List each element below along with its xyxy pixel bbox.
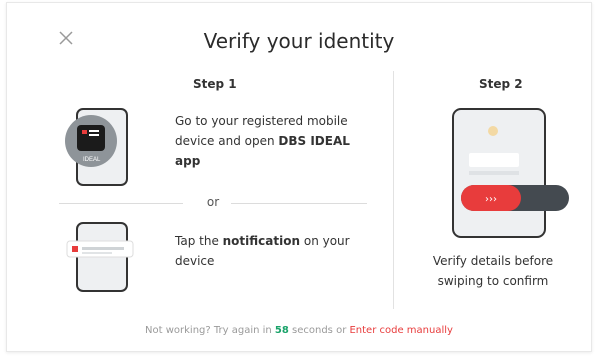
enter-code-manually-link[interactable]: Enter code manually <box>349 325 452 336</box>
or-text: or <box>206 195 220 209</box>
countdown-seconds: 58 <box>274 325 289 336</box>
step1-label: Step 1 <box>193 77 237 91</box>
app-icon-text: IDEAL <box>83 157 101 163</box>
step1-instruction-b: Tap the notification on your device <box>175 234 350 268</box>
swipe-arrows-text: ››› <box>485 194 497 205</box>
swipe-confirm-illustration: ››› <box>452 108 569 238</box>
verify-identity-modal: Verify your identity Step 1 Step 2 IDEAL… <box>6 2 592 352</box>
footer-message: Not working? Try again in 58 seconds or … <box>145 325 453 336</box>
or-separator: or <box>59 195 367 211</box>
modal-title: Verify your identity <box>203 29 395 53</box>
phone-app-illustration: IDEAL <box>65 108 128 186</box>
step2-label: Step 2 <box>479 77 523 91</box>
step1-instruction-a: Go to your registered mobile device and … <box>175 114 350 168</box>
phone-notification-illustration <box>66 222 134 292</box>
vertical-divider <box>393 71 394 309</box>
step2-instruction: Verify details before swiping to confirm <box>432 254 554 288</box>
